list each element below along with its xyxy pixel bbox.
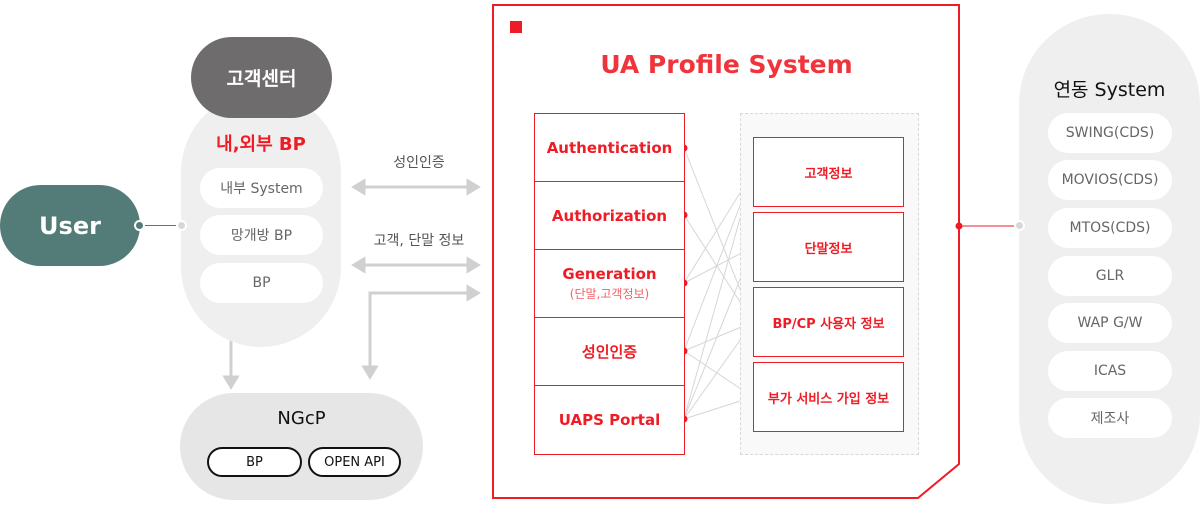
function-sublabel: (단말,고객정보) (569, 287, 650, 301)
arrow-ngcp-to-ua (368, 291, 472, 370)
ua-right-dot (955, 222, 963, 230)
linked-system-label: SWING(CDS) (1065, 125, 1155, 141)
customer-center-label: 고객센터 (226, 68, 297, 90)
arrowhead-down (361, 365, 379, 380)
bp-connector-dot (176, 220, 187, 231)
store-addon-service-info[interactable]: 부가 서비스 가입 정보 (753, 362, 904, 432)
bp-item-label: 망개방 BP (230, 228, 293, 244)
user-connector-dot (134, 220, 145, 231)
linked-system-label: 제조사 (1090, 411, 1130, 427)
store-label: BP/CP 사용자 정보 (772, 316, 885, 332)
function-label: Generation (562, 265, 657, 283)
function-adult-auth[interactable]: 성인인증 (534, 317, 685, 386)
arrow-label-adult-auth: 성인인증 (393, 155, 445, 171)
bp-group-title: 내,외부 BP (216, 134, 306, 155)
store-bpcp-user-info[interactable]: BP/CP 사용자 정보 (753, 287, 904, 357)
bp-item-internal-system[interactable]: 내부 System (200, 168, 323, 208)
store-device-info[interactable]: 단말정보 (753, 212, 904, 282)
store-label: 부가 서비스 가입 정보 (767, 391, 890, 407)
bp-item-bp[interactable]: BP (200, 263, 323, 303)
linked-system-item[interactable]: ICAS (1048, 351, 1172, 391)
ngcp-button-label: BP (246, 454, 263, 470)
linked-systems-title: 연동 System (1053, 79, 1166, 101)
bp-item-label: 내부 System (220, 181, 303, 197)
ngcp-bp-button[interactable]: BP (207, 447, 302, 477)
linked-system-label: MTOS(CDS) (1069, 220, 1151, 236)
arrowhead-down (222, 375, 240, 390)
function-label: UAPS Portal (558, 411, 661, 429)
linked-system-item[interactable]: MTOS(CDS) (1048, 208, 1172, 248)
ngcp-title: NGcP (277, 408, 326, 429)
store-label: 고객정보 (804, 166, 853, 182)
bp-item-open-network-bp[interactable]: 망개방 BP (200, 215, 323, 255)
ngcp-open-api-button[interactable]: OPEN API (308, 447, 401, 477)
user-label: User (39, 211, 101, 240)
bp-item-label: BP (252, 275, 271, 291)
user-connector-line (144, 225, 178, 226)
arrowhead-left (351, 178, 366, 196)
function-generation[interactable]: Generation (단말,고객정보) (534, 249, 685, 318)
ua-marker-square (510, 21, 522, 33)
store-label: 단말정보 (804, 241, 853, 257)
arrowhead-right (466, 284, 481, 302)
linked-system-label: WAP G/W (1077, 315, 1143, 331)
linked-system-item[interactable]: WAP G/W (1048, 303, 1172, 343)
store-customer-info[interactable]: 고객정보 (753, 137, 904, 207)
function-label: Authentication (546, 138, 673, 157)
arrowhead-left (351, 256, 366, 274)
linked-system-label: ICAS (1093, 363, 1127, 379)
ngcp-button-label: OPEN API (324, 454, 385, 470)
arrowhead-right (466, 256, 481, 274)
linked-system-item[interactable]: MOVIOS(CDS) (1048, 160, 1172, 200)
linked-system-label: GLR (1095, 268, 1125, 284)
customer-center-node[interactable]: 고객센터 (191, 37, 332, 118)
function-label: 성인인증 (581, 343, 638, 361)
function-label: Authorization (551, 206, 668, 225)
function-uaps-portal[interactable]: UAPS Portal (534, 385, 685, 455)
arrow-label-customer-device-info: 고객, 단말 정보 (373, 233, 465, 249)
linked-system-label: MOVIOS(CDS) (1061, 172, 1159, 188)
arrowhead-right (466, 178, 481, 196)
linked-system-item[interactable]: GLR (1048, 256, 1172, 296)
function-authentication[interactable]: Authentication (534, 113, 685, 182)
linked-connector-dot (1014, 220, 1025, 231)
function-authorization[interactable]: Authorization (534, 181, 685, 250)
linked-system-item[interactable]: SWING(CDS) (1048, 113, 1172, 153)
user-node[interactable]: User (0, 185, 140, 266)
ua-profile-title: UA Profile System (600, 50, 853, 79)
linked-system-item[interactable]: 제조사 (1048, 398, 1172, 438)
